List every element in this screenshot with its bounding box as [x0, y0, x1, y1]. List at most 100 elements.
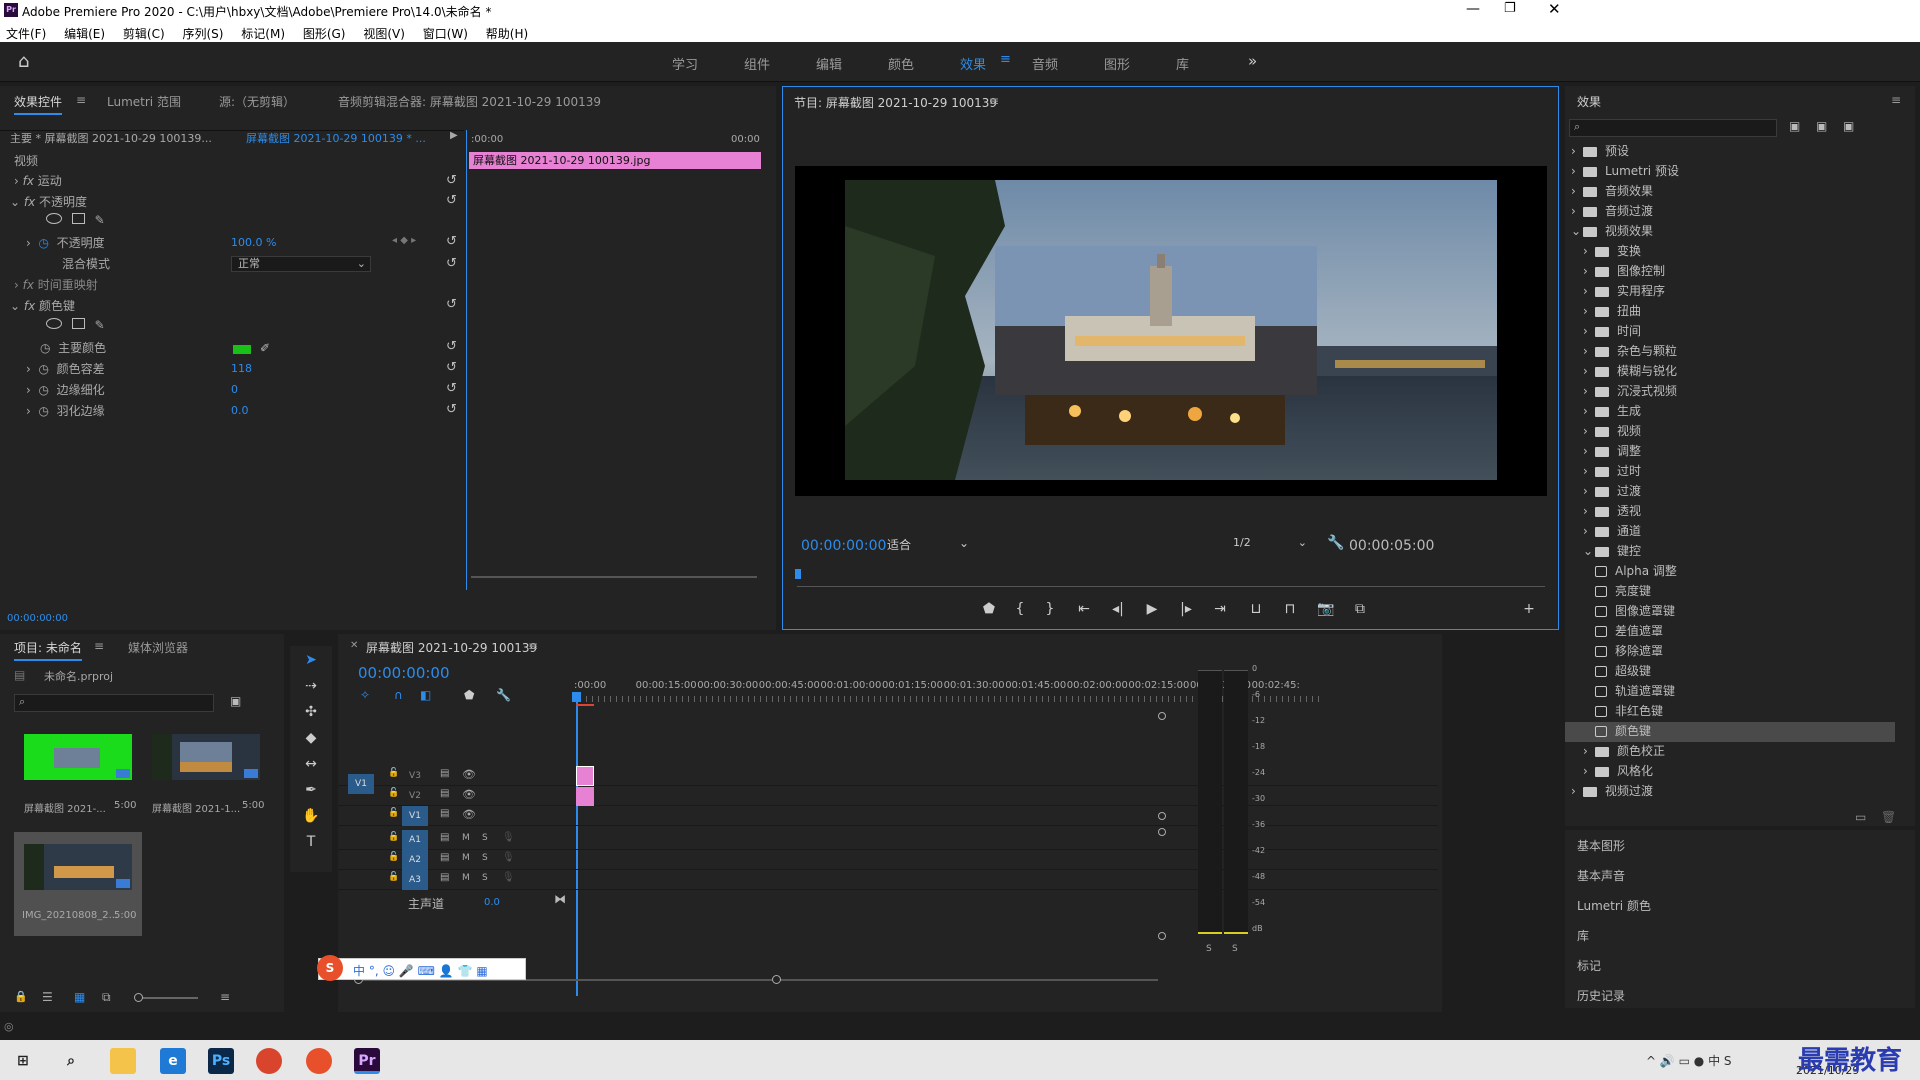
ec-clip-bar[interactable]: 屏幕截图 2021-10-29 100139.jpg	[469, 152, 761, 169]
minimize-icon[interactable]: —	[1466, 1, 1480, 17]
stopwatch-icon[interactable]: ◷	[38, 383, 48, 397]
ripple-edit-tool-icon[interactable]: ✣	[300, 704, 322, 724]
effects-tree-item[interactable]: › 视频	[1583, 422, 1641, 442]
workspace-assembly[interactable]: 组件	[744, 54, 770, 73]
add-marker-icon[interactable]: ⬟	[978, 601, 1000, 621]
program-timecode[interactable]: 00:00:00:00	[801, 538, 886, 554]
yuv-effects-icon[interactable]: ▣	[1843, 119, 1854, 133]
solo-left-button[interactable]: S	[1206, 944, 1212, 954]
menu-sequence[interactable]: 序列(S)	[182, 25, 223, 42]
chevron-right-icon[interactable]: ›	[1583, 524, 1595, 538]
pen-tool-icon[interactable]: ✒	[300, 782, 322, 802]
effects-tree-item[interactable]: 非红色键	[1595, 702, 1663, 722]
workspace-learn[interactable]: 学习	[672, 54, 698, 73]
effects-tree-item[interactable]: 轨道遮罩键	[1595, 682, 1675, 702]
icon-view-icon[interactable]: ▦	[74, 990, 85, 1004]
insert-icon[interactable]: ⊔	[1245, 601, 1267, 621]
resolution-select[interactable]: 1/2 ⌄	[1233, 536, 1313, 554]
ime-user-icon[interactable]: 👤	[439, 964, 454, 978]
effects-tree-item[interactable]: › 扭曲	[1583, 302, 1641, 322]
tab-lumetri-scopes[interactable]: Lumetri 范围	[107, 93, 181, 110]
zoom-slider[interactable]	[134, 993, 198, 1002]
selection-tool-icon[interactable]: ➤	[300, 652, 322, 672]
v-scroll-mid[interactable]	[1158, 812, 1166, 820]
collapse-arrow-icon[interactable]: ⌄	[10, 299, 20, 313]
sync-lock-icon[interactable]: ▤	[440, 872, 449, 883]
track-target[interactable]: V1	[402, 806, 428, 826]
h-scroll-right[interactable]	[772, 975, 781, 984]
chevron-right-icon[interactable]: ›	[1583, 744, 1595, 758]
tab-project[interactable]: 项目: 未命名	[14, 639, 82, 661]
chevron-right-icon[interactable]: ›	[1571, 184, 1583, 198]
more-workspaces-icon[interactable]: »	[1248, 52, 1257, 70]
chevron-right-icon[interactable]: ›	[1583, 304, 1595, 318]
effects-tree-item[interactable]: › 变换	[1583, 242, 1641, 262]
tab-media-browser[interactable]: 媒体浏览器	[128, 639, 188, 656]
opacity-effect[interactable]: ⌄ fx 不透明度	[10, 193, 87, 213]
clip-v3[interactable]	[576, 766, 594, 786]
color-tolerance-value[interactable]: 118	[231, 362, 252, 382]
snap-icon[interactable]: ✧	[360, 688, 370, 702]
project-item[interactable]: 屏幕截图 2021-... 5:00	[14, 728, 138, 828]
time-remap-effect[interactable]: › fx 时间重映射	[14, 276, 98, 296]
system-tray[interactable]: ^ 🔊 ▭ ● 中 S	[1646, 1052, 1732, 1069]
stopwatch-icon[interactable]: ◷	[38, 404, 48, 418]
chevron-right-icon[interactable]: ›	[1583, 384, 1595, 398]
workspace-audio[interactable]: 音频	[1032, 54, 1058, 73]
effects-tree-item[interactable]: 颜色键	[1565, 722, 1895, 742]
sogou-icon[interactable]: S	[317, 955, 343, 981]
app-icon[interactable]	[306, 1048, 332, 1074]
new-bin-icon[interactable]: ▭	[1855, 810, 1866, 824]
chevron-right-icon[interactable]: ›	[1583, 424, 1595, 438]
feather-value[interactable]: 0.0	[231, 404, 249, 424]
stopwatch-icon[interactable]: ◷	[38, 362, 48, 376]
play-icon[interactable]: ▶	[1141, 601, 1163, 621]
mark-in-icon[interactable]: {	[1009, 601, 1031, 621]
panel-lumetri-color[interactable]: Lumetri 颜色	[1577, 897, 1651, 917]
solo-button[interactable]: S	[482, 853, 488, 863]
v-scroll-mid2[interactable]	[1158, 828, 1166, 836]
ellipse-mask-icon[interactable]	[46, 318, 62, 329]
chevron-right-icon[interactable]: ›	[1583, 464, 1595, 478]
lock-icon[interactable]: 🔓	[388, 808, 399, 818]
chevron-right-icon[interactable]: ›	[1571, 164, 1583, 178]
sync-lock-icon[interactable]: ▤	[440, 832, 449, 843]
stopwatch-icon[interactable]: ◷	[40, 341, 50, 355]
effects-tree-item[interactable]: 移除遮罩	[1595, 642, 1663, 662]
eye-icon[interactable]: 👁	[462, 808, 476, 821]
effects-tree-item[interactable]: › 沉浸式视频	[1583, 382, 1677, 402]
opacity-value[interactable]: 100.0 %	[231, 236, 276, 256]
audio-track-header[interactable]: 🔓 A1 ▤ M S 🎙	[338, 830, 1438, 850]
effects-tree-item[interactable]: › 音频效果	[1571, 182, 1653, 202]
ime-punctuation-icon[interactable]: °,	[369, 964, 379, 978]
tab-effect-controls[interactable]: 效果控件	[14, 93, 63, 115]
pen-mask-icon[interactable]: ✎	[95, 213, 105, 227]
ime-emoji-icon[interactable]: ☺	[383, 964, 396, 978]
ime-toolbar[interactable]: S 中 °, ☺ 🎤 ⌨ 👤 👕 ▦	[317, 955, 526, 981]
eyedropper-icon[interactable]: ✐	[260, 341, 270, 355]
chevron-right-icon[interactable]: ›	[1583, 244, 1595, 258]
ellipse-mask-icon[interactable]	[46, 213, 62, 224]
lock-icon[interactable]: 🔓	[388, 788, 399, 798]
chevron-right-icon[interactable]: ›	[1583, 344, 1595, 358]
export-frame-icon[interactable]: 📷	[1315, 601, 1337, 621]
audio-track-header[interactable]: 🔓 A3 ▤ M S 🎙	[338, 870, 1438, 890]
master-meter-toggle-icon[interactable]: ⧓	[554, 892, 566, 906]
linked-selection-icon[interactable]: ∩	[394, 688, 403, 702]
solo-button[interactable]: S	[482, 833, 488, 843]
sequence-clip-dropdown[interactable]: 屏幕截图 2021-10-29 100139 * ...	[246, 130, 426, 150]
fit-select[interactable]: 适合 ⌄	[887, 536, 977, 554]
sync-lock-icon[interactable]: ▤	[440, 768, 449, 779]
workspace-libraries[interactable]: 库	[1176, 54, 1189, 73]
stopwatch-icon[interactable]: ◷	[38, 236, 48, 250]
razor-tool-icon[interactable]: ◆	[300, 730, 322, 750]
compare-icon[interactable]: ⧉	[1349, 601, 1371, 621]
list-view-icon[interactable]: ☰	[42, 990, 53, 1004]
workspace-color[interactable]: 颜色	[888, 54, 914, 73]
ime-skin-icon[interactable]: 👕	[458, 964, 473, 978]
timeline-menu-icon[interactable]: ≡	[528, 639, 538, 653]
reset-tolerance-icon[interactable]: ↺	[446, 360, 460, 375]
video-track-header[interactable]: 🔓 V1 ▤ 👁	[338, 806, 1438, 826]
lock-icon[interactable]: 🔓	[388, 832, 399, 842]
effects-tree-item[interactable]: › 实用程序	[1583, 282, 1665, 302]
